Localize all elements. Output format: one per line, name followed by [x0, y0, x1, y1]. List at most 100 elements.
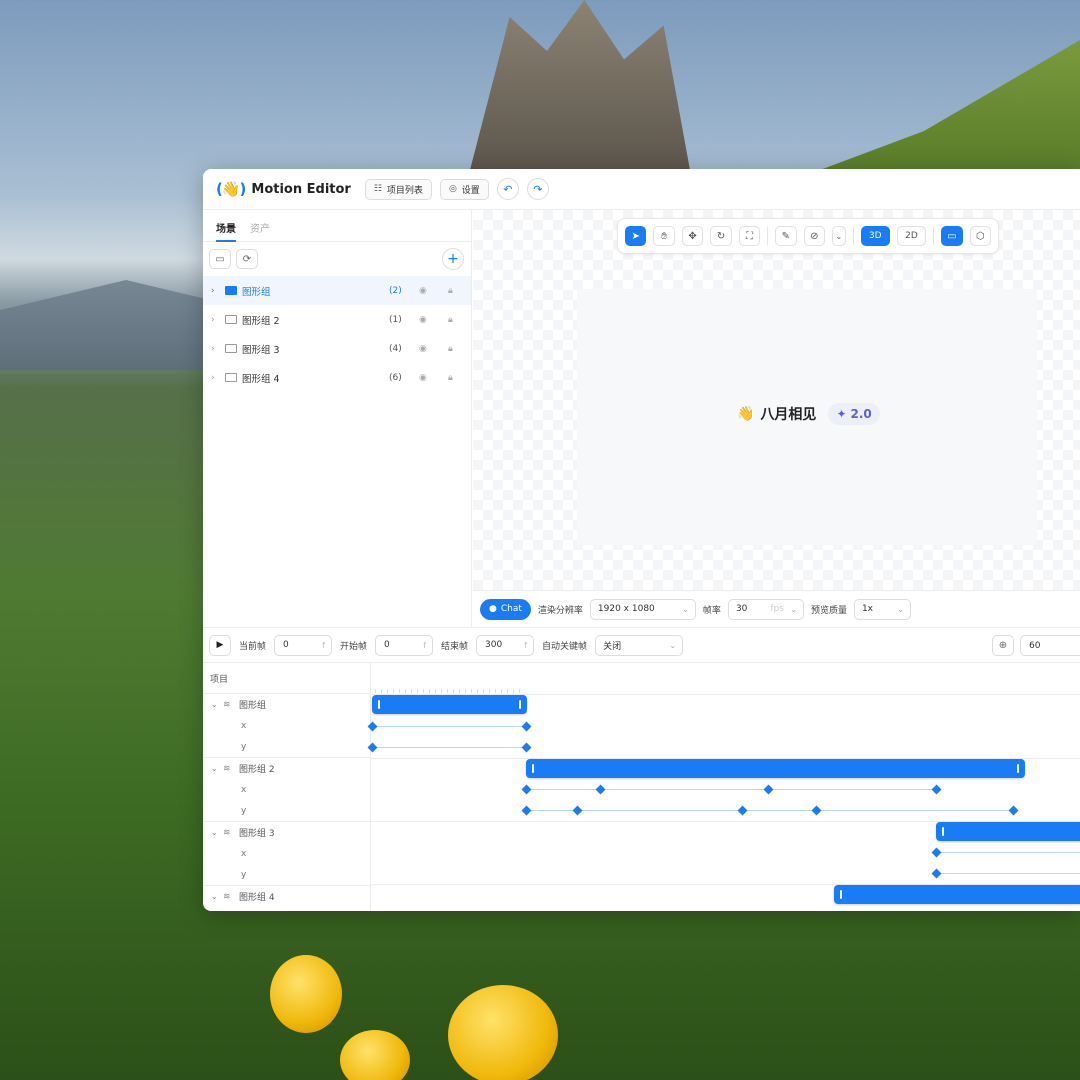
- end-frame-input[interactable]: 300 f: [476, 634, 535, 656]
- rotate-tool-button[interactable]: ↻: [710, 226, 732, 246]
- shape-icon: ⊘: [810, 230, 819, 242]
- timeline-group-row[interactable]: ⌄ ≋ 图形组 2: [203, 758, 370, 779]
- zoom-input[interactable]: 60: [1020, 635, 1080, 656]
- keyframe[interactable]: [931, 868, 942, 879]
- select-tool-button[interactable]: ➤: [625, 226, 647, 246]
- timeline-property-row[interactable]: x: [203, 715, 370, 736]
- keyframe[interactable]: [521, 742, 532, 753]
- mode-3d-button[interactable]: 3D: [860, 226, 890, 246]
- chevron-down-icon[interactable]: ⌄: [211, 892, 223, 901]
- eye-icon[interactable]: ◉: [419, 344, 427, 354]
- quality-select[interactable]: 1x ⌄: [853, 598, 911, 620]
- lock-icon[interactable]: 🔒︎: [448, 315, 453, 325]
- timeline-group-row[interactable]: ⌄ ≋ 图形组: [203, 694, 370, 715]
- keyframe[interactable]: [763, 784, 774, 795]
- version-badge: ✦ 2.0: [828, 403, 880, 425]
- scene-toolbar: ▭ ⟳ +: [203, 242, 471, 276]
- timeline-tracks[interactable]: [367, 663, 1080, 911]
- chevron-right-icon[interactable]: ›: [211, 373, 221, 383]
- lock-icon[interactable]: 🔒︎: [448, 286, 453, 296]
- keyframe[interactable]: [521, 721, 532, 732]
- tree-item-group-2[interactable]: › 图形组 2 (1) ◉ 🔒︎: [203, 305, 471, 334]
- chevron-down-icon[interactable]: ⌄: [211, 764, 223, 773]
- timeline-property-row[interactable]: x: [203, 779, 370, 800]
- eye-icon[interactable]: ◉: [419, 286, 427, 296]
- fps-select[interactable]: 30 fps ⌄: [727, 598, 804, 620]
- resolution-label: 渲染分辨率: [537, 605, 583, 616]
- timeline-property-row[interactable]: y: [203, 736, 370, 757]
- zoom-button[interactable]: ⊕: [992, 635, 1014, 656]
- keyframe[interactable]: [737, 805, 748, 816]
- new-folder-button[interactable]: ▭: [209, 249, 231, 269]
- add-item-button[interactable]: +: [442, 248, 464, 270]
- folder-icon: [225, 344, 237, 353]
- keyframe[interactable]: [811, 805, 822, 816]
- clip-bar[interactable]: [526, 759, 1025, 778]
- clip-bar[interactable]: [372, 695, 527, 714]
- move-tool-button[interactable]: ✥: [681, 226, 704, 246]
- keyframe[interactable]: [931, 784, 942, 795]
- auto-keyframe-select[interactable]: 关闭 ⌄: [595, 634, 684, 656]
- chevron-down-icon[interactable]: ⌄: [211, 828, 223, 837]
- keyframe[interactable]: [521, 784, 532, 795]
- shape-dropdown-button[interactable]: ⌄: [832, 226, 846, 246]
- keyframe[interactable]: [521, 805, 532, 816]
- timeline-group-row[interactable]: ⌄ ≋ 图形组 3: [203, 822, 370, 843]
- timeline-property-row[interactable]: x: [203, 843, 370, 864]
- tree-item-count: (4): [389, 343, 402, 354]
- project-list-button[interactable]: ☷ 项目列表: [364, 178, 432, 200]
- app-header: (👋) Motion Editor ☷ 项目列表 ◎ 设置 ↶ ↷: [203, 169, 1080, 210]
- background-flower: [270, 955, 342, 1033]
- start-frame-input[interactable]: 0 f: [375, 634, 434, 656]
- refresh-button[interactable]: ⟳: [236, 249, 258, 269]
- eye-icon[interactable]: ◉: [419, 315, 427, 325]
- clip-bar[interactable]: [936, 822, 1080, 841]
- sparkle-icon: ✦: [836, 407, 847, 421]
- keyframe[interactable]: [572, 805, 583, 816]
- video-camera-icon: ▭: [947, 230, 957, 242]
- pen-tool-button[interactable]: ✎: [775, 226, 797, 246]
- keyframe[interactable]: [931, 847, 942, 858]
- timeline-group-row[interactable]: ⌄ ≋ 图形组 4: [203, 886, 370, 907]
- chat-button[interactable]: ● Chat: [480, 598, 531, 620]
- tree-item-group-4[interactable]: › 图形组 4 (6) ◉ 🔒︎: [203, 363, 471, 392]
- layers-icon: ≋: [223, 891, 231, 902]
- chevron-down-icon[interactable]: ⌄: [211, 700, 223, 709]
- tree-item-group-3[interactable]: › 图形组 3 (4) ◉ 🔒︎: [203, 334, 471, 363]
- folder-icon: [225, 286, 237, 295]
- hand-tool-button[interactable]: ✋︎: [653, 226, 675, 246]
- layers-icon: ≋: [223, 699, 231, 710]
- chevron-down-icon: ⌄: [897, 604, 904, 614]
- tree-item-group-1[interactable]: › 图形组 (2) ◉ 🔒︎: [203, 276, 471, 305]
- clip-bar[interactable]: [834, 885, 1080, 904]
- chevron-down-icon: ⌄: [669, 640, 677, 650]
- resolution-select[interactable]: 1920 x 1080 ⌄: [589, 598, 696, 620]
- tab-assets[interactable]: 资产: [250, 210, 270, 242]
- current-frame-input[interactable]: 0 f: [274, 634, 333, 656]
- lock-icon[interactable]: 🔒︎: [448, 344, 453, 354]
- lock-icon[interactable]: 🔒︎: [448, 373, 453, 383]
- play-button[interactable]: ▶: [209, 634, 231, 656]
- timeline-property-row[interactable]: y: [203, 864, 370, 885]
- scene-tabs: 场景 资产: [203, 210, 471, 242]
- mode-2d-button[interactable]: 2D: [896, 226, 927, 246]
- timeline-property-row[interactable]: y: [203, 800, 370, 821]
- stage-preview[interactable]: 👋 八月相见 ✦ 2.0: [577, 289, 1037, 545]
- tab-scene[interactable]: 场景: [216, 210, 236, 242]
- chevron-right-icon[interactable]: ›: [211, 315, 221, 325]
- redo-button[interactable]: ↷: [526, 178, 549, 200]
- eye-icon[interactable]: ◉: [419, 373, 427, 383]
- undo-button[interactable]: ↶: [496, 178, 519, 200]
- chevron-right-icon[interactable]: ›: [211, 344, 221, 354]
- shape-tool-button[interactable]: ⊘: [803, 226, 826, 246]
- chevron-right-icon[interactable]: ›: [211, 286, 221, 296]
- settings-button[interactable]: ◎ 设置: [439, 178, 489, 200]
- object-3d-button[interactable]: ⬡: [969, 226, 991, 246]
- camera-button[interactable]: ▭: [941, 226, 963, 246]
- scale-tool-button[interactable]: ⛶: [738, 226, 761, 246]
- keyframe[interactable]: [595, 784, 606, 795]
- fps-value: 30: [735, 604, 748, 614]
- keyframe[interactable]: [1008, 805, 1019, 816]
- auto-keyframe-value: 关闭: [603, 641, 622, 652]
- canvas-area[interactable]: ➤ ✋︎ ✥ ↻ ⛶ ✎ ⊘ ⌄ 3D 2D ▭ ⬡ 👋 八月相见 ✦ 2.0: [473, 210, 1080, 590]
